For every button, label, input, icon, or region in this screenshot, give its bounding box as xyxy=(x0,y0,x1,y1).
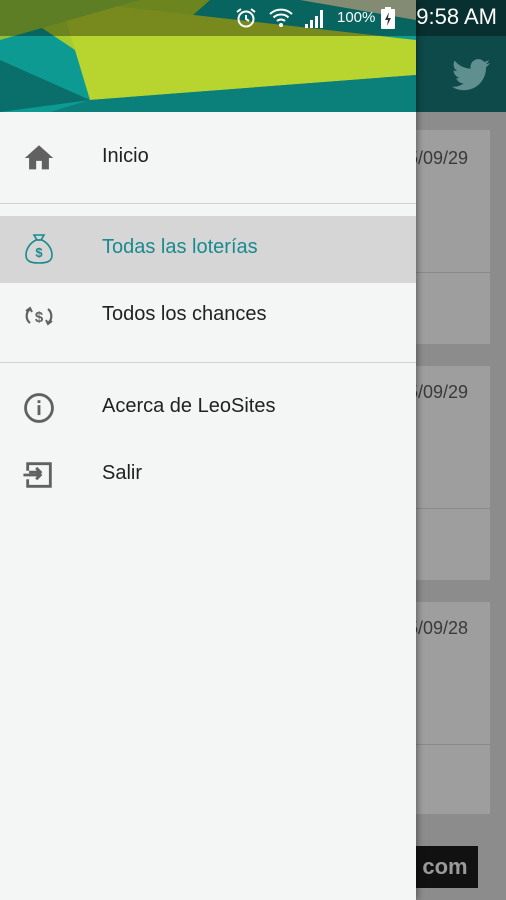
card-date: 5/09/28 xyxy=(408,618,469,638)
money-bag-icon: $ xyxy=(25,234,53,264)
exit-icon xyxy=(23,462,52,488)
menu-item-salir[interactable]: Salir xyxy=(0,442,416,509)
ad-banner[interactable]: com xyxy=(412,846,478,888)
menu-item-label: Acerca de LeoSites xyxy=(102,395,276,417)
menu-item-label: Inicio xyxy=(102,145,149,167)
menu-item-acerca[interactable]: Acerca de LeoSites xyxy=(0,375,416,442)
menu-item-label: Todas las loterías xyxy=(102,236,258,258)
money-exchange-icon: $ xyxy=(25,306,53,326)
card-date: 5/09/29 xyxy=(408,382,469,402)
wifi-icon xyxy=(269,8,293,27)
battery-percent: 100% xyxy=(337,9,376,26)
menu-item-chances[interactable]: $ Todos los chances xyxy=(0,283,416,350)
svg-text:$: $ xyxy=(35,245,43,260)
signal-icon xyxy=(305,10,323,28)
status-time: 9:58 AM xyxy=(416,4,497,29)
alarm-icon xyxy=(236,8,256,28)
status-bar: 100% 9:58 AM xyxy=(0,0,506,36)
home-icon xyxy=(24,145,54,170)
menu-item-loterias[interactable]: $ Todas las loterías xyxy=(0,216,416,283)
menu-item-label: Salir xyxy=(102,462,143,484)
navigation-drawer: Inicio $ Todas las loterías $ Todos los … xyxy=(0,0,416,900)
menu-item-inicio[interactable]: Inicio xyxy=(0,125,416,192)
svg-text:$: $ xyxy=(35,309,44,326)
twitter-icon[interactable] xyxy=(452,58,490,92)
divider xyxy=(0,362,416,363)
battery-icon xyxy=(381,7,395,29)
menu-item-label: Todos los chances xyxy=(102,303,267,325)
divider xyxy=(0,203,416,204)
info-icon xyxy=(24,393,54,423)
card-date: 5/09/29 xyxy=(408,148,469,168)
